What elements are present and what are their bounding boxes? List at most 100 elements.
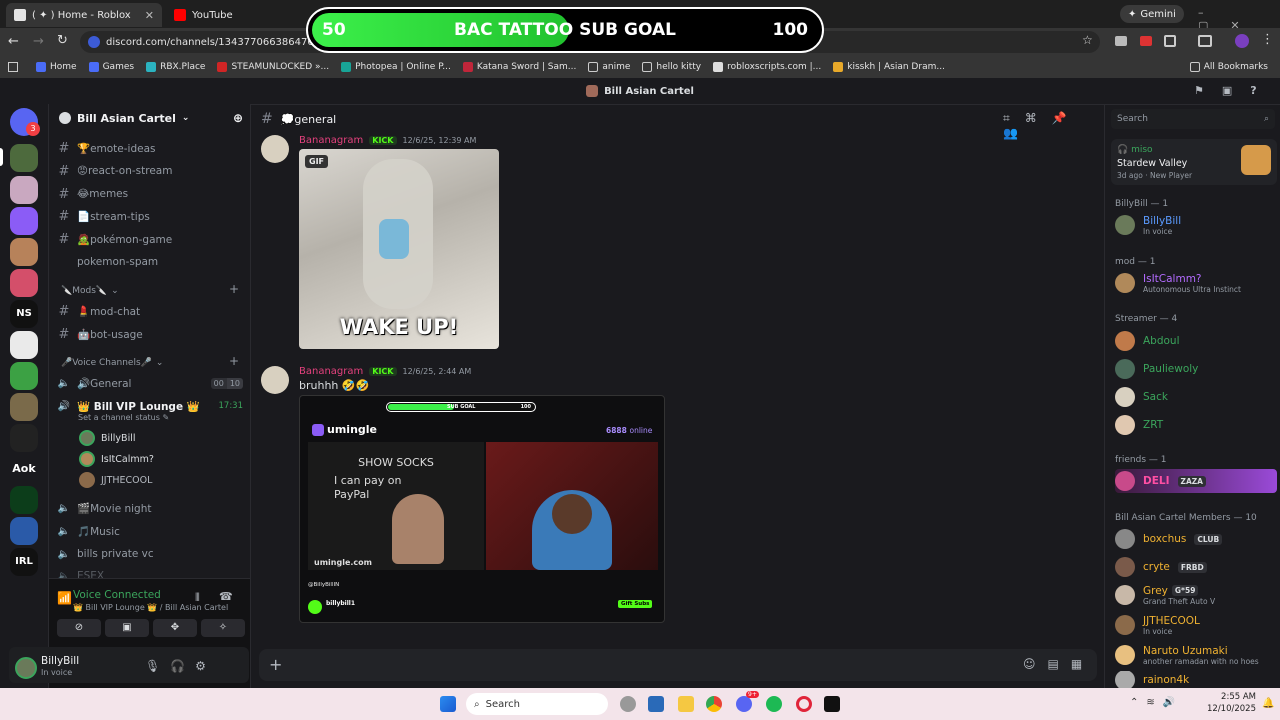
member-row[interactable]: cryte FRBD	[1115, 555, 1277, 579]
profile-avatar[interactable]	[1235, 34, 1249, 48]
avatar[interactable]	[261, 135, 289, 163]
member-row[interactable]: ZRT	[1115, 413, 1277, 437]
gemini-button[interactable]: ✦ Gemini	[1120, 5, 1184, 23]
avatar[interactable]	[15, 657, 37, 679]
screenshare-button[interactable]: ▣	[105, 619, 149, 637]
channel-mod-chat[interactable]: # 💄mod-chat	[57, 301, 243, 321]
bookmark-katana[interactable]: Katana Sword | Sam...	[457, 62, 583, 72]
bookmark-photopea[interactable]: Photopea | Online P...	[335, 62, 457, 72]
add-channel-icon[interactable]: +	[229, 282, 239, 296]
member-row[interactable]: Abdoul	[1115, 329, 1277, 353]
attached-screenshot[interactable]: SUB GOAL 100 umingle 6888 online SHOW SO…	[299, 395, 665, 623]
voice-channel-general[interactable]: 🔈 🔊General 00 10	[57, 373, 243, 393]
start-icon[interactable]	[440, 696, 456, 712]
channel-react-on-stream[interactable]: # 😡react-on-stream	[57, 161, 243, 181]
reload-icon[interactable]: ↻	[57, 33, 68, 48]
voice-status[interactable]: Voice Connected	[73, 589, 161, 601]
camera-button[interactable]: ⊘	[57, 619, 101, 637]
site-info-icon[interactable]	[88, 36, 100, 48]
channel-stream-tips[interactable]: # 📄stream-tips	[57, 206, 243, 226]
member-row[interactable]: rainon4k	[1115, 671, 1277, 689]
bookmark-games[interactable]: Games	[83, 62, 140, 72]
member-row[interactable]: JJTHECOOL In voice	[1115, 613, 1277, 637]
member-row[interactable]: Sack	[1115, 385, 1277, 409]
member-row[interactable]: boxchus CLUB	[1115, 527, 1277, 551]
server-icon[interactable]	[10, 144, 38, 172]
soundboard-button[interactable]: ✧	[201, 619, 245, 637]
voice-channel-music[interactable]: 🔈 🎵Music	[57, 521, 243, 541]
tab-youtube[interactable]: YouTube	[166, 3, 306, 27]
author-name[interactable]: Bananagram	[299, 135, 363, 146]
opera-icon[interactable]	[796, 696, 812, 712]
extension-icon[interactable]	[1115, 36, 1127, 46]
message-composer[interactable]: + ☺▤▦	[259, 649, 1097, 681]
mic-headset-settings-icons[interactable]: 🎙🎧⚙	[145, 659, 216, 673]
bookmark-steamunlocked[interactable]: STEAMUNLOCKED »...	[211, 62, 335, 72]
server-icon-aok[interactable]: Aok	[10, 455, 38, 483]
add-channel-icon[interactable]: +	[229, 354, 239, 368]
app-icon[interactable]	[648, 696, 664, 712]
server-icon[interactable]	[10, 393, 38, 421]
bookmark-robloxscripts[interactable]: robloxscripts.com |...	[707, 62, 827, 72]
member-row[interactable]: BillyBill In voice	[1115, 213, 1277, 237]
bookmark-rbxplace[interactable]: RBX.Place	[140, 62, 211, 72]
server-icon[interactable]	[10, 362, 38, 390]
all-bookmarks[interactable]: All Bookmarks	[1184, 62, 1274, 72]
close-icon[interactable]: ✕	[145, 9, 154, 22]
apps-grid-icon[interactable]	[8, 62, 18, 72]
server-icon[interactable]	[10, 331, 38, 359]
voice-location[interactable]: 👑 Bill VIP Lounge 👑 / Bill Asian Cartel	[73, 603, 228, 612]
author-name[interactable]: Bananagram	[299, 366, 363, 377]
channel-emote-ideas[interactable]: # 🏆emote-ideas	[57, 138, 243, 158]
member-row[interactable]: Grey G*59 Grand Theft Auto V	[1115, 583, 1277, 607]
voice-channel-movie[interactable]: 🔈 🎬Movie night	[57, 498, 243, 518]
sound-wave-icon[interactable]: ⦀	[195, 591, 200, 605]
member-row[interactable]: Naruto Uzumaki another ramadan with no ho…	[1115, 643, 1277, 667]
category-mods[interactable]: 🔪Mods🔪 ⌄	[61, 286, 119, 296]
voice-user[interactable]: IsItCalmm?	[79, 449, 154, 469]
notifications-icon[interactable]: 🔔	[1262, 698, 1274, 709]
extensions-icon[interactable]	[1164, 35, 1176, 47]
member-row[interactable]: Pauliewoly	[1115, 357, 1277, 381]
server-icon[interactable]	[10, 424, 38, 452]
app-icon[interactable]	[824, 696, 840, 712]
channel-status[interactable]: Set a channel status ✎	[78, 413, 169, 422]
server-header[interactable]: Bill Asian Cartel ⌄ ⊕	[49, 104, 251, 132]
bookmark-star-icon[interactable]: ☆	[1082, 33, 1093, 47]
server-icon-ns[interactable]: NS	[10, 300, 38, 328]
server-icon[interactable]	[10, 517, 38, 545]
activities-button[interactable]: ✥	[153, 619, 197, 637]
server-icon[interactable]	[10, 207, 38, 235]
add-member-icon[interactable]: ⊕	[233, 111, 243, 125]
file-explorer-icon[interactable]	[678, 696, 694, 712]
channel-pokemon-game[interactable]: # 🧟pokémon-game	[57, 229, 243, 249]
server-icon[interactable]	[10, 238, 38, 266]
server-icon[interactable]	[10, 486, 38, 514]
bookmark-home[interactable]: Home	[30, 62, 83, 72]
add-attachment-icon[interactable]: +	[269, 655, 282, 674]
spotify-icon[interactable]	[766, 696, 782, 712]
chrome-icon[interactable]	[706, 696, 722, 712]
bookmark-anime[interactable]: anime	[582, 62, 636, 72]
avatar[interactable]	[261, 366, 289, 394]
server-icon-irl[interactable]: IRL	[10, 548, 38, 576]
inbox-help-icons[interactable]: ⚑▣?	[1194, 84, 1275, 97]
member-row[interactable]: DELI ZAZA	[1115, 469, 1277, 493]
bookmark-kisskh[interactable]: kisskh | Asian Dram...	[827, 62, 951, 72]
voice-user[interactable]: BillyBill	[79, 428, 136, 448]
composer-action-icons[interactable]: ☺▤▦	[1023, 657, 1094, 671]
forward-icon[interactable]: →	[33, 34, 44, 49]
category-voice[interactable]: 🎤Voice Channels🎤 ⌄	[61, 358, 163, 368]
back-icon[interactable]: ←	[8, 34, 19, 49]
channel-bot-usage[interactable]: # 🤖bot-usage	[57, 324, 243, 344]
taskbar-search[interactable]: ⌕ Search	[466, 693, 608, 715]
extension-red-icon[interactable]	[1140, 36, 1152, 46]
member-row[interactable]: IsItCalmm? Autonomous Ultra Instinct	[1115, 271, 1277, 295]
voice-user[interactable]: JJTHECOOL	[79, 470, 152, 490]
task-view-icon[interactable]	[620, 696, 636, 712]
channel-memes[interactable]: # 😂memes	[57, 184, 243, 204]
split-view-icon[interactable]	[1198, 35, 1212, 47]
server-icon[interactable]	[10, 176, 38, 204]
search-input[interactable]: Search ⌕	[1111, 109, 1275, 129]
channel-pokemon-spam[interactable]: pokemon-spam	[57, 252, 243, 272]
